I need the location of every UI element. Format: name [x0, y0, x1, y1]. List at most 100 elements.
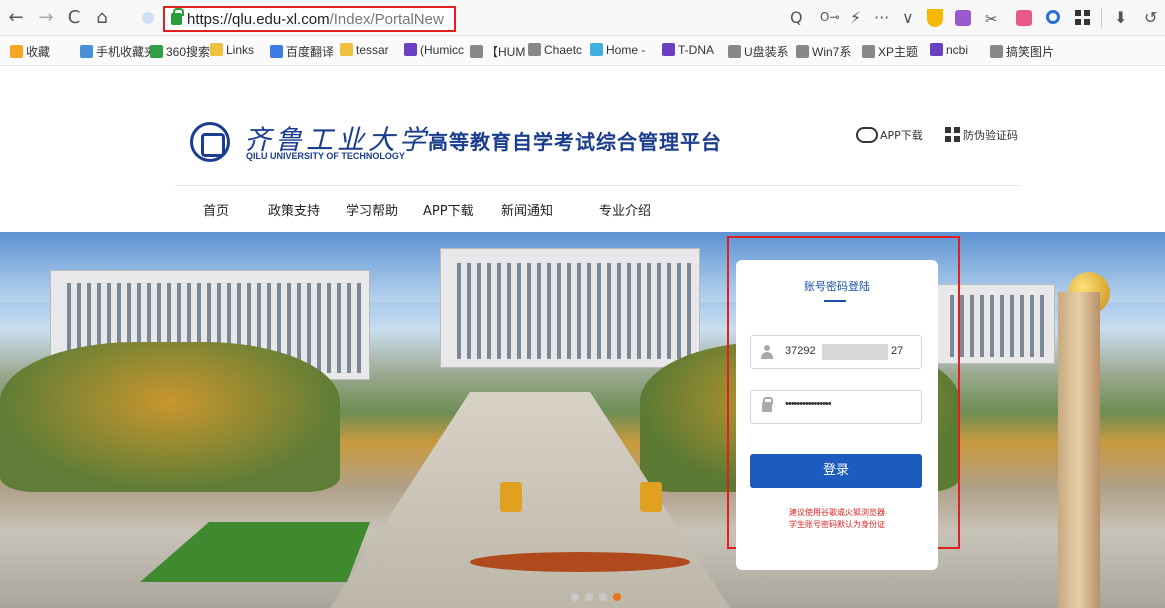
verify-code-label: 防伪验证码 — [963, 129, 1018, 142]
header-divider — [175, 185, 1020, 186]
banner-flowerbed — [500, 482, 522, 512]
bookmark-label: Home - — [606, 43, 646, 57]
bookmark-icon — [150, 45, 163, 58]
bookmark-item[interactable]: 【HUM — [470, 43, 525, 60]
bookmark-icon — [528, 43, 541, 56]
toolbar-divider — [1101, 8, 1102, 28]
bookmark-item[interactable]: XP主题 — [862, 43, 918, 60]
bookmark-label: U盘装系 — [744, 45, 789, 59]
bookmark-item[interactable]: (Humicc — [404, 43, 464, 57]
bookmark-item[interactable]: Win7系 — [796, 43, 851, 60]
bolt-icon[interactable]: ⚡ — [850, 8, 861, 27]
banner-trees-left — [0, 342, 340, 492]
back-icon[interactable]: ← — [4, 6, 28, 30]
url-path: /Index/PortalNew — [329, 11, 444, 28]
more-icon[interactable]: ··· — [874, 8, 889, 27]
undo-icon[interactable]: ↺ — [1144, 8, 1157, 27]
zoom-icon[interactable]: Q — [790, 8, 803, 27]
banner-flower-ring — [470, 552, 690, 572]
menu-study-help[interactable]: 学习帮助 — [346, 200, 398, 219]
dropdown-icon[interactable]: ∨ — [902, 8, 914, 27]
username-suffix: 27 — [891, 345, 904, 357]
bookmark-icon — [990, 45, 1003, 58]
bookmark-label: 搞笑图片 — [1006, 45, 1055, 59]
password-field[interactable]: •••••••••••••••• — [750, 390, 922, 424]
bookmark-item[interactable]: Home - — [590, 43, 645, 57]
translate-icon[interactable] — [955, 10, 971, 26]
hero-banner — [0, 232, 1165, 608]
page-title: 高等教育自学考试综合管理平台 — [428, 130, 722, 154]
bookmark-icon — [270, 45, 283, 58]
app-download-link[interactable]: APP下载 — [856, 127, 923, 143]
lock-icon — [762, 397, 773, 412]
bookmark-label: Chaetc — [544, 43, 583, 57]
logo-english[interactable]: QILU UNIVERSITY OF TECHNOLOGY — [246, 151, 405, 161]
scissors-icon[interactable]: ✂ — [985, 10, 998, 28]
menu-majors[interactable]: 专业介绍 — [599, 200, 651, 219]
bookmark-icon — [930, 43, 943, 56]
login-button[interactable]: 登录 — [750, 454, 922, 488]
username-mask — [822, 344, 888, 360]
bookmark-item[interactable]: 360搜索 — [150, 43, 210, 60]
app-download-label: APP下载 — [880, 129, 923, 142]
bookmark-label: Links — [226, 43, 255, 57]
bookmark-icon — [340, 43, 353, 56]
bookmark-label: Win7系 — [812, 45, 852, 59]
bookmark-item[interactable]: U盘装系 — [728, 43, 789, 60]
search-icon[interactable] — [1046, 10, 1060, 24]
username-field[interactable]: 37292 27 — [750, 335, 922, 369]
bookmark-label: 收藏 — [26, 45, 51, 59]
bookmark-item[interactable]: tessar — [340, 43, 389, 57]
home-icon[interactable]: ⌂ — [90, 6, 114, 30]
bookmark-label: 360搜索 — [166, 45, 211, 59]
menu-policy[interactable]: 政策支持 — [268, 200, 320, 219]
university-emblem-icon[interactable] — [190, 122, 230, 162]
password-value: •••••••••••••••• — [785, 398, 832, 410]
bookmark-icon — [590, 43, 603, 56]
bookmark-icon — [728, 45, 741, 58]
shield-icon[interactable] — [927, 9, 943, 27]
carousel-dot[interactable] — [599, 593, 607, 601]
browser-toolbar: ← → C ⌂ https://qlu.edu-xl.com/Index/Por… — [0, 0, 1165, 36]
carousel-dot-active[interactable] — [613, 593, 621, 601]
carousel-dot[interactable] — [571, 593, 579, 601]
bookmark-icon — [210, 43, 223, 56]
reload-icon[interactable]: C — [62, 6, 86, 30]
download-icon[interactable]: ⬇ — [1114, 8, 1127, 27]
bookmark-icon — [404, 43, 417, 56]
bookmark-icon — [662, 43, 675, 56]
bookmark-item[interactable]: 收藏 — [10, 43, 50, 60]
bookmark-label: (Humicc — [420, 43, 464, 57]
bookmark-item[interactable]: T-DNA — [662, 43, 714, 57]
lock-icon — [171, 8, 184, 25]
bookmark-item[interactable]: 搞笑图片 — [990, 43, 1054, 60]
apps-icon[interactable] — [1075, 10, 1091, 26]
forward-icon[interactable]: → — [34, 6, 58, 30]
address-bar[interactable]: https://qlu.edu-xl.com/Index/PortalNew — [163, 6, 456, 32]
tab-underline — [824, 300, 846, 302]
username-prefix: 37292 — [785, 345, 816, 357]
bookmark-item[interactable]: 百度翻译 — [270, 43, 334, 60]
game-icon[interactable] — [1016, 10, 1032, 26]
carousel-dots — [571, 586, 627, 601]
qrcode-icon — [945, 127, 961, 143]
tab-account-login[interactable]: 账号密码登陆 — [736, 278, 938, 294]
bookmark-item[interactable]: 手机收藏夹 — [80, 43, 156, 60]
bookmark-item[interactable]: ncbi — [930, 43, 968, 57]
bookmark-label: ncbi — [946, 43, 969, 57]
bookmark-item[interactable]: Links — [210, 43, 254, 57]
banner-lawn-left — [140, 522, 370, 582]
banner-building-center — [440, 248, 700, 368]
key-icon[interactable]: O⊸ — [820, 10, 840, 24]
url-text[interactable]: https://qlu.edu-xl.com/Index/PortalNew — [187, 11, 444, 28]
carousel-dot[interactable] — [585, 593, 593, 601]
bookmark-item[interactable]: Chaetc — [528, 43, 582, 57]
menu-news[interactable]: 新闻通知 — [501, 200, 553, 219]
menu-app-download[interactable]: APP下载 — [423, 200, 474, 219]
site-info-icon[interactable] — [142, 12, 154, 24]
browser-note: 建议使用谷歌或火狐浏览器 — [789, 508, 885, 517]
verify-code-link[interactable]: 防伪验证码 — [945, 127, 1018, 143]
bookmark-label: tessar — [356, 43, 389, 57]
menu-home[interactable]: 首页 — [203, 200, 229, 219]
bookmark-label: 【HUM — [486, 45, 526, 59]
